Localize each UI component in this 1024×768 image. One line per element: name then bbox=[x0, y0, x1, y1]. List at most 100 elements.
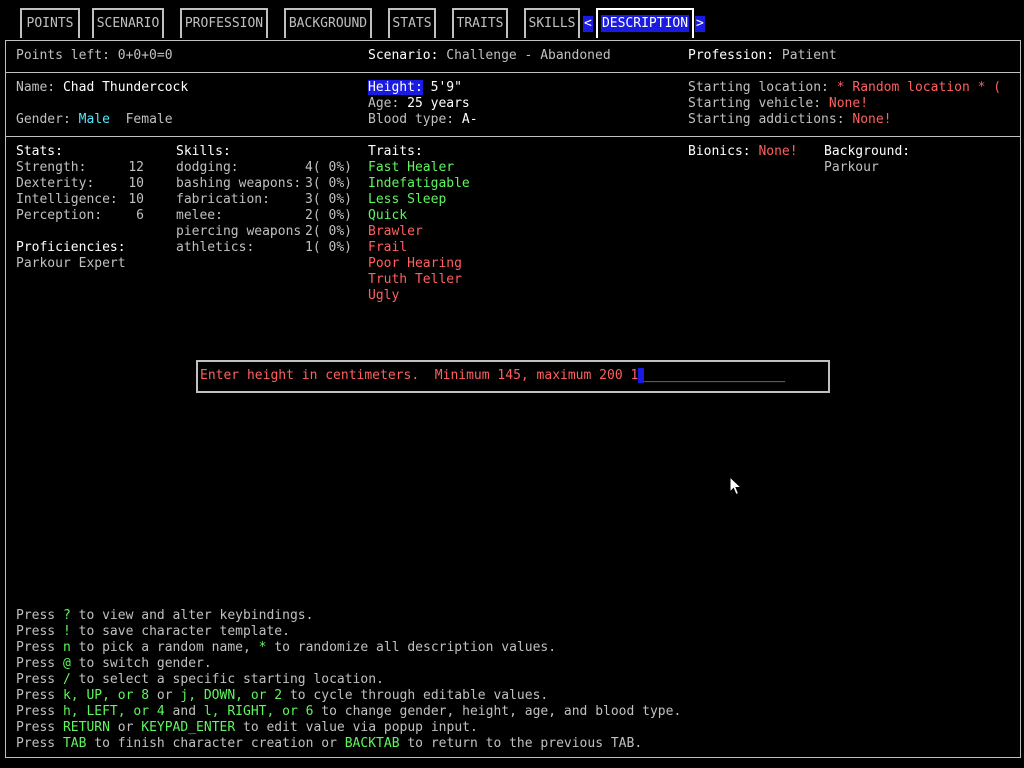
height-label: Height: bbox=[368, 80, 423, 95]
stats-title: Stats: bbox=[16, 144, 63, 159]
background-value: Parkour bbox=[824, 160, 879, 175]
help-text-segment: to change gender, height, age, and blood… bbox=[313, 704, 682, 719]
help-text-segment: to view and alter keybindings. bbox=[70, 608, 314, 623]
help-line: Press TAB to finish character creation o… bbox=[16, 736, 642, 752]
skill-name: piercing weapons bbox=[176, 224, 302, 239]
tab-points[interactable]: POINTS bbox=[20, 8, 80, 38]
help-key: BACKTAB bbox=[344, 736, 400, 751]
profession-value: Patient bbox=[781, 48, 837, 63]
location-label: Starting location: bbox=[688, 80, 829, 95]
help-text-segment: to return to the previous TAB. bbox=[399, 736, 643, 751]
trait-item: Ugly bbox=[368, 288, 400, 303]
skill-value: 3( 0%) bbox=[305, 176, 352, 191]
help-text-segment: or bbox=[109, 720, 142, 735]
help-text-segment: or bbox=[149, 688, 181, 703]
tab-label: TRAITS bbox=[456, 16, 504, 31]
skill-value: 3( 0%) bbox=[305, 192, 352, 207]
vehicle-line: Starting vehicle: None! bbox=[688, 96, 868, 112]
scenario-value: Challenge - Abandoned bbox=[446, 48, 611, 63]
addictions-value: None! bbox=[852, 112, 892, 127]
gender-female[interactable]: Female bbox=[126, 112, 173, 127]
age-label: Age: bbox=[368, 96, 400, 111]
trait-item: Less Sleep bbox=[368, 192, 447, 207]
popup-line: Enter height in centimeters. Minimum 145… bbox=[200, 368, 785, 384]
points-left: Points left: 0+0+0=0 bbox=[16, 48, 173, 63]
help-text-segment: to edit value via popup input. bbox=[235, 720, 478, 735]
blood-line[interactable]: Blood type: A- bbox=[368, 112, 478, 128]
help-line: Press ! to save character template. bbox=[16, 624, 290, 640]
height-input-popup: Enter height in centimeters. Minimum 145… bbox=[196, 360, 830, 393]
background-title: Background: bbox=[824, 144, 911, 159]
skill-name: bashing weapons: bbox=[176, 176, 302, 191]
scenario-line: Scenario: Challenge - Abandoned bbox=[368, 48, 611, 64]
tab-description[interactable]: DESCRIPTION bbox=[596, 8, 694, 38]
height-line[interactable]: Height: 5'9" bbox=[368, 80, 462, 96]
stat-value: 6 bbox=[136, 208, 144, 223]
help-key: l, RIGHT, or 6 bbox=[203, 704, 314, 719]
help-line: Press k, UP, or 8 or j, DOWN, or 2 to cy… bbox=[16, 688, 548, 704]
stat-name: Intelligence: bbox=[16, 192, 118, 207]
stat-name: Perception: bbox=[16, 208, 103, 223]
help-text-segment: and bbox=[164, 704, 204, 719]
traits-title: Traits: bbox=[368, 144, 423, 159]
help-text-segment: to switch gender. bbox=[70, 656, 212, 671]
mouse-pointer-icon bbox=[729, 476, 743, 496]
help-text-segment: to randomize all description values. bbox=[266, 640, 557, 655]
name-line[interactable]: Name: Chad Thundercock bbox=[16, 80, 188, 96]
stat-value: 10 bbox=[128, 176, 144, 191]
gender-label: Gender: bbox=[16, 112, 71, 127]
skill-name: fabrication: bbox=[176, 192, 270, 207]
tab-stats[interactable]: STATS bbox=[388, 8, 436, 38]
blood-value: A- bbox=[461, 112, 478, 127]
height-input-field[interactable]: __________________ bbox=[644, 368, 785, 383]
location-line[interactable]: Starting location: * Random location * ( bbox=[688, 80, 1008, 96]
help-text-segment: to select a specific starting location. bbox=[70, 672, 384, 687]
help-line: Press n to pick a random name, * to rand… bbox=[16, 640, 556, 656]
trait-item: Frail bbox=[368, 240, 408, 255]
tab-label: SKILLS bbox=[528, 16, 576, 31]
trait-item: Truth Teller bbox=[368, 272, 462, 287]
addictions-line: Starting addictions: None! bbox=[688, 112, 892, 128]
age-line[interactable]: Age: 25 years bbox=[368, 96, 470, 112]
trait-item: Brawler bbox=[368, 224, 423, 239]
trait-item: Quick bbox=[368, 208, 408, 223]
next-tab-arrow[interactable]: > bbox=[695, 16, 705, 32]
height-input-value[interactable]: 1 bbox=[630, 368, 638, 383]
gender-male[interactable]: Male bbox=[79, 112, 110, 127]
help-text-segment: to save character template. bbox=[70, 624, 290, 639]
help-line: Press / to select a specific starting lo… bbox=[16, 672, 384, 688]
skill-name: athletics: bbox=[176, 240, 255, 255]
proficiency-item: Parkour Expert bbox=[16, 256, 126, 271]
tab-traits[interactable]: TRAITS bbox=[452, 8, 508, 38]
profession-line: Profession: Patient bbox=[688, 48, 837, 64]
location-value: * Random location * ( bbox=[836, 80, 1002, 95]
skill-value: 1( 0%) bbox=[305, 240, 352, 255]
gender-line[interactable]: Gender: Male Female bbox=[16, 112, 173, 128]
trait-item: Fast Healer bbox=[368, 160, 455, 175]
tab-skills[interactable]: SKILLS bbox=[524, 8, 580, 38]
name-value: Chad Thundercock bbox=[62, 80, 189, 95]
stat-name: Dexterity: bbox=[16, 176, 95, 191]
help-text-segment: to cycle through editable values. bbox=[282, 688, 549, 703]
blood-label: Blood type: bbox=[368, 112, 455, 127]
skill-name: melee: bbox=[176, 208, 223, 223]
help-key: n bbox=[62, 640, 71, 655]
prev-tab-arrow[interactable]: < bbox=[583, 16, 593, 32]
help-key: ? bbox=[62, 608, 71, 623]
height-value: 5'9" bbox=[430, 80, 462, 95]
tab-background[interactable]: BACKGROUND bbox=[284, 8, 372, 38]
tab-profession[interactable]: PROFESSION bbox=[180, 8, 268, 38]
bionics-label: Bionics: bbox=[688, 144, 751, 159]
help-line: Press RETURN or KEYPAD_ENTER to edit val… bbox=[16, 720, 478, 736]
profession-label: Profession: bbox=[688, 48, 775, 63]
trait-item: Poor Hearing bbox=[368, 256, 462, 271]
bionics-line: Bionics: None! bbox=[688, 144, 798, 160]
help-key: KEYPAD_ENTER bbox=[141, 720, 236, 735]
skill-value: 2( 0%) bbox=[305, 208, 352, 223]
help-key: @ bbox=[62, 656, 71, 671]
skill-value: 2( 0%) bbox=[305, 224, 352, 239]
tab-scenario[interactable]: SCENARIO bbox=[92, 8, 164, 38]
stat-value: 12 bbox=[128, 160, 144, 175]
tab-label: PROFESSION bbox=[184, 16, 264, 31]
help-key: ! bbox=[62, 624, 71, 639]
